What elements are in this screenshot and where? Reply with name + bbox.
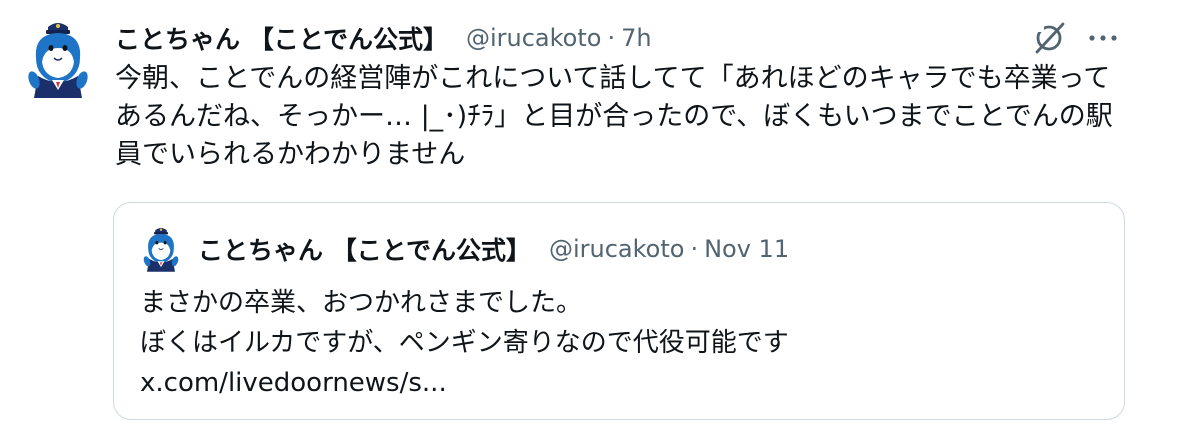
user-handle[interactable]: @irucakoto — [466, 24, 601, 52]
timestamp[interactable]: 7h — [621, 24, 651, 52]
display-name[interactable]: ことちゃん 【ことでん公式】 — [115, 20, 448, 56]
quoted-timestamp: Nov 11 — [704, 235, 790, 263]
quoted-header: ことちゃん 【ことでん公式】 @irucakoto · Nov 11 — [198, 230, 789, 268]
quoted-link[interactable]: x.com/livedoornews/s... — [140, 363, 1100, 403]
more-icon[interactable] — [1086, 21, 1120, 55]
dolphin-mascot-avatar[interactable] — [22, 18, 94, 100]
quoted-display-name: ことちゃん 【ことでん公式】 — [198, 236, 531, 265]
quoted-text-line: まさかの卒業、おつかれさまでした。 — [140, 288, 583, 318]
tweet-text: 今朝、ことでんの経営陣がこれについて話してて「あれほどのキャラでも卒業ってあるん… — [115, 63, 1113, 170]
grok-icon[interactable] — [1030, 19, 1068, 57]
quoted-separator-dot: · — [690, 235, 699, 263]
quoted-tweet[interactable]: ことちゃん 【ことでん公式】 @irucakoto · Nov 11 まさかの卒… — [113, 202, 1125, 420]
quoted-user-handle: @irucakoto — [548, 235, 685, 263]
quoted-avatar[interactable] — [140, 225, 182, 273]
quoted-text-line: ぼくはイルカですが、ペンギン寄りなので代役可能です — [140, 328, 789, 358]
tweet-actions — [1030, 18, 1120, 58]
tweet-header: ことちゃん 【ことでん公式】 @irucakoto · 7h — [115, 18, 652, 58]
quoted-text: まさかの卒業、おつかれさまでした。 ぼくはイルカですが、ペンギン寄りなので代役可… — [140, 283, 1100, 403]
tweet[interactable]: ことちゃん 【ことでん公式】 @irucakoto · 7h 今朝、ことでんの経… — [0, 0, 1200, 448]
separator-dot: · — [607, 24, 616, 52]
